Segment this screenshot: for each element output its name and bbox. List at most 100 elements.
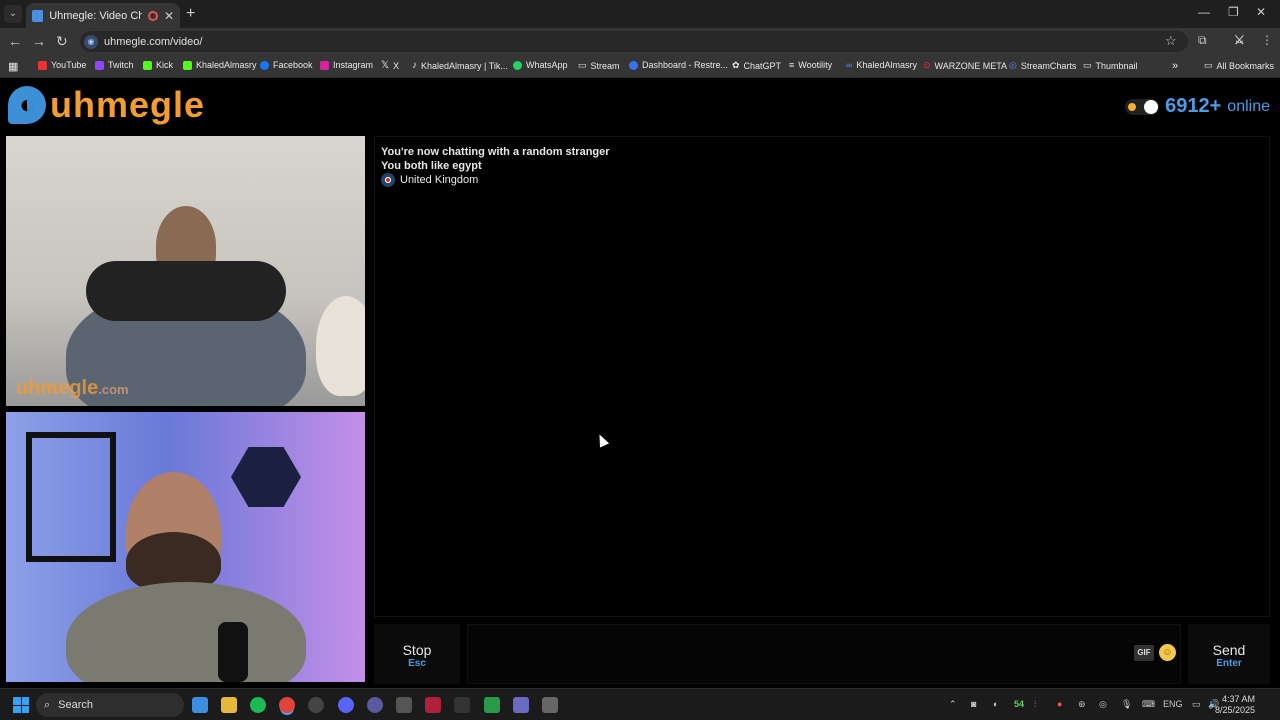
tab-title: Uhmegle: Video Chat | Ome	[49, 9, 143, 22]
back-button[interactable]: ←	[8, 33, 22, 49]
bookmark-warzone[interactable]: ⊙ WARZONE META	[923, 60, 1007, 71]
keyboard-icon[interactable]: ⌨	[1142, 699, 1155, 710]
cod-icon[interactable]	[454, 697, 470, 713]
menu-icon[interactable]: ⋮	[1261, 33, 1273, 47]
reload-button[interactable]: ↻	[56, 33, 68, 50]
folder-icon: ▭	[1204, 60, 1213, 70]
bookmark-kick-channel[interactable]: KhaledAlmasry	[183, 60, 257, 70]
message-input[interactable]: GIF ☺	[467, 624, 1181, 684]
keyboard-app-icon[interactable]	[396, 697, 412, 713]
taskbar-search[interactable]: ⌕ Search	[36, 693, 184, 717]
bookmark-wootility[interactable]: ≡ Wootility	[789, 60, 832, 70]
youtube-icon	[38, 60, 47, 70]
bookmark-x[interactable]: 𝕏X	[381, 60, 399, 71]
folder-icon: ▭	[578, 60, 587, 70]
xbox-app-icon[interactable]	[484, 697, 500, 713]
chat-log: You're now chatting with a random strang…	[374, 136, 1270, 617]
clock-time: 4:37 AM	[1221, 694, 1255, 704]
spotify-icon[interactable]	[250, 697, 266, 713]
new-tab-button[interactable]: +	[186, 5, 195, 23]
taskbar: ⌕ Search ⌃ ◙ ◐ 54 ⫶ ● ⊛ ◎ 🎙 ⌨ ENG ▭ 🔊 4:…	[0, 688, 1280, 720]
bookmark-instagram[interactable]: Instagram	[320, 60, 373, 70]
toggle-knob	[1144, 99, 1159, 114]
bookmark-tiktok[interactable]: ♪ KhaledAlmasry | Tik...	[412, 60, 508, 71]
microphone	[218, 622, 248, 682]
tab-uhmegle[interactable]: Uhmegle: Video Chat | Ome ✕	[26, 3, 180, 28]
close-tab-icon[interactable]: ✕	[164, 9, 174, 23]
microphone-icon[interactable]: 🎙	[1121, 699, 1132, 710]
uhmegle-logo[interactable]: ◐ uhmegle	[8, 84, 205, 126]
bookmark-star-icon[interactable]: ☆	[1165, 33, 1177, 49]
bookmark-streamcharts[interactable]: ◎ StreamCharts	[1009, 60, 1076, 71]
minimize-button[interactable]: —	[1198, 5, 1210, 19]
vpn-tray-icon[interactable]: ⊛	[1078, 699, 1086, 710]
valorant-icon[interactable]	[425, 697, 441, 713]
profile-icon[interactable]: ⚔	[1234, 33, 1245, 47]
extensions-icon[interactable]: ⧉	[1198, 33, 1207, 48]
bookmark-whatsapp[interactable]: WhatsApp	[513, 60, 568, 70]
all-bookmarks-button[interactable]: ▭ All Bookmarks	[1204, 60, 1274, 71]
common-interest-message: You both like egypt	[381, 160, 482, 172]
close-window-button[interactable]: ✕	[1256, 5, 1266, 19]
restream-icon	[629, 60, 638, 70]
tray-app-icon[interactable]: ◐	[993, 699, 998, 709]
tray-app2-icon[interactable]: ◎	[1099, 699, 1107, 710]
tray-overflow-icon[interactable]: ⌃	[949, 699, 957, 710]
twitch-icon	[95, 60, 104, 70]
theme-toggle[interactable]	[1125, 98, 1160, 115]
search-icon: ⌕	[44, 698, 51, 711]
language-indicator[interactable]: ENG	[1163, 699, 1183, 709]
maximize-button[interactable]: ❐	[1228, 5, 1239, 19]
discord-tray-icon[interactable]: ◙	[971, 699, 976, 709]
bookmark-twitch[interactable]: Twitch	[95, 60, 134, 70]
uhmegle-watermark: uhmegle.com	[16, 377, 129, 399]
tab-search-button[interactable]: ⌄	[4, 5, 22, 23]
start-icon[interactable]	[13, 697, 29, 713]
forward-button[interactable]: →	[32, 33, 46, 49]
toolbar: ← → ↻ ◉ uhmegle.com/video/	[0, 28, 1280, 55]
emoji-icon[interactable]: ☺	[1159, 644, 1176, 661]
bookmark-meta[interactable]: ∞ KhaledAlmasry	[846, 60, 917, 70]
send-label: Send	[1212, 642, 1246, 658]
obs-icon[interactable]	[367, 697, 383, 713]
network-icon[interactable]: ▭	[1192, 699, 1201, 710]
app-icon[interactable]	[308, 697, 324, 713]
more-bookmarks-icon[interactable]: »	[1172, 60, 1178, 72]
whatsapp-icon	[513, 60, 522, 70]
apps-icon[interactable]: ▦	[8, 60, 18, 73]
chrome-icon[interactable]	[279, 697, 295, 713]
page-content: ◐ uhmegle 6912+ online uhmegle.com You'r…	[0, 78, 1280, 688]
bookmark-restream[interactable]: Dashboard - Restre...	[629, 60, 728, 70]
copilot-icon[interactable]	[192, 697, 208, 713]
discord-icon[interactable]	[338, 697, 354, 713]
instagram-icon	[320, 60, 329, 70]
stop-label: Stop	[402, 642, 432, 658]
tray-meter-icon[interactable]: ⫶	[1034, 699, 1036, 710]
bookmark-youtube[interactable]: YouTube	[38, 60, 86, 70]
bookmark-kick[interactable]: Kick	[143, 60, 173, 70]
clock-date: 8/25/2025	[1214, 705, 1255, 715]
hexagon-lights	[231, 447, 301, 507]
stop-button[interactable]: Stop Esc	[374, 624, 460, 684]
bookmark-folder-stream[interactable]: ▭ Stream	[578, 60, 620, 71]
site-info-icon[interactable]: ◉	[84, 34, 98, 49]
streamcharts-icon: ◎	[1009, 60, 1017, 70]
uk-flag-icon	[381, 173, 395, 187]
address-bar[interactable]: ◉ uhmegle.com/video/	[80, 31, 1188, 52]
gif-button[interactable]: GIF	[1134, 645, 1154, 661]
settings-app-icon[interactable]	[542, 697, 558, 713]
game-controller-icon[interactable]	[513, 697, 529, 713]
clock[interactable]: 4:37 AM 8/25/2025	[1215, 694, 1255, 716]
recording-icon	[148, 10, 158, 21]
record-tray-icon[interactable]: ●	[1057, 699, 1062, 709]
bookmark-folder-thumbnail[interactable]: ▭ Thumbnail	[1083, 60, 1138, 71]
bookmark-chatgpt[interactable]: ✿ ChatGPT	[732, 60, 781, 71]
stranger-country: United Kingdom	[381, 173, 1269, 187]
facebook-icon	[260, 60, 269, 70]
logo-text: uhmegle	[50, 84, 206, 125]
bookmark-facebook[interactable]: Facebook	[260, 60, 313, 70]
file-explorer-icon[interactable]	[221, 697, 237, 713]
send-button[interactable]: Send Enter	[1188, 624, 1270, 684]
x-icon: 𝕏	[381, 60, 390, 71]
bookmarks-bar: ▦ YouTube Twitch Kick KhaledAlmasry Face…	[0, 55, 1280, 78]
